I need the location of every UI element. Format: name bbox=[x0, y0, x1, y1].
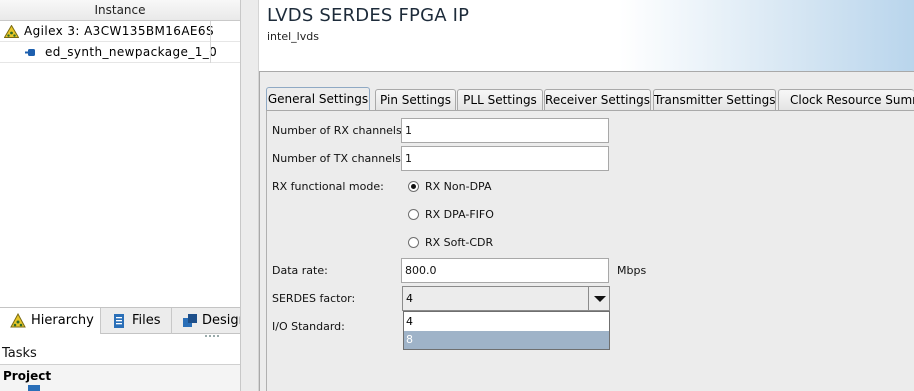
rx-dpa-fifo-radio[interactable] bbox=[408, 209, 419, 220]
serdes-factor-option-8[interactable]: 8 bbox=[404, 331, 609, 349]
tx-channels-input[interactable]: 1 bbox=[401, 146, 609, 171]
tab-files[interactable]: Files bbox=[101, 308, 172, 334]
serdes-factor-select[interactable]: 4 bbox=[402, 286, 610, 311]
tab-hierarchy-label: Hierarchy bbox=[31, 313, 94, 328]
serdes-factor-dropdown-button[interactable] bbox=[588, 287, 609, 310]
rx-soft-cdr-label[interactable]: RX Soft-CDR bbox=[425, 236, 493, 249]
tab-pll-settings[interactable]: PLL Settings bbox=[457, 89, 543, 110]
device-warning-icon bbox=[4, 25, 19, 38]
files-icon bbox=[114, 314, 124, 328]
ip-subtitle: intel_lvds bbox=[267, 30, 319, 43]
radio-selected-dot bbox=[411, 184, 416, 189]
tree-item-entity[interactable]: ed_synth_newpackage_1_0 bbox=[0, 42, 240, 63]
ip-title-band: LVDS SERDES FPGA IP intel_lvds bbox=[259, 0, 914, 71]
design-units-icon bbox=[183, 314, 197, 327]
ip-title: LVDS SERDES FPGA IP bbox=[267, 5, 470, 26]
column-divider bbox=[210, 21, 211, 63]
tab-pin-settings[interactable]: Pin Settings bbox=[375, 89, 456, 110]
rx-non-dpa-radio[interactable] bbox=[408, 181, 419, 192]
tab-general-settings[interactable]: General Settings bbox=[266, 87, 370, 111]
project-heading: Project bbox=[3, 369, 52, 383]
tab-design-units[interactable]: Design bbox=[172, 308, 240, 334]
tab-files-label: Files bbox=[132, 313, 161, 328]
navigator-tab-bar: Hierarchy Files Design bbox=[0, 307, 240, 334]
tx-channels-label: Number of TX channels: bbox=[272, 152, 405, 165]
hierarchy-icon bbox=[10, 313, 26, 328]
instance-column-header[interactable]: Instance bbox=[0, 0, 240, 21]
tab-transmitter-settings[interactable]: Transmitter Settings bbox=[653, 89, 776, 110]
general-settings-pane: Number of RX channels: 1 Number of TX ch… bbox=[266, 111, 914, 391]
tab-design-units-label: Design bbox=[202, 313, 240, 328]
rx-non-dpa-label[interactable]: RX Non-DPA bbox=[425, 180, 492, 193]
tasks-heading: Tasks bbox=[2, 346, 37, 361]
serdes-factor-dropdown-list: 4 8 bbox=[403, 311, 610, 350]
ip-parameter-editor: LVDS SERDES FPGA IP intel_lvds General S… bbox=[241, 0, 914, 391]
entity-icon bbox=[25, 49, 35, 56]
data-rate-units: Mbps bbox=[617, 264, 647, 277]
rx-mode-label: RX functional mode: bbox=[272, 180, 384, 193]
io-standard-label: I/O Standard: bbox=[272, 320, 345, 333]
serdes-factor-value: 4 bbox=[406, 292, 413, 305]
data-rate-input[interactable]: 800.0 bbox=[401, 258, 609, 283]
project-navigator: Instance Agilex 3: A3CW135BM16AE6S ed_sy… bbox=[0, 0, 241, 391]
data-rate-label: Data rate: bbox=[272, 264, 328, 277]
serdes-factor-label: SERDES factor: bbox=[272, 292, 356, 305]
tab-hierarchy[interactable]: Hierarchy bbox=[0, 308, 101, 334]
tree-item-device[interactable]: Agilex 3: A3CW135BM16AE6S bbox=[0, 21, 240, 42]
rx-channels-input[interactable]: 1 bbox=[401, 118, 609, 143]
tab-clock-resource-summary[interactable]: Clock Resource Summary bbox=[778, 89, 914, 110]
tree-item-entity-label: ed_synth_newpackage_1_0 bbox=[45, 45, 218, 59]
editor-gutter bbox=[241, 0, 259, 391]
resize-grip[interactable] bbox=[205, 335, 219, 339]
tab-receiver-settings[interactable]: Receiver Settings bbox=[544, 89, 651, 110]
project-icon bbox=[28, 385, 40, 391]
chevron-down-icon bbox=[594, 296, 606, 302]
rx-dpa-fifo-label[interactable]: RX DPA-FIFO bbox=[425, 208, 494, 221]
rx-soft-cdr-radio[interactable] bbox=[408, 237, 419, 248]
serdes-factor-option-4[interactable]: 4 bbox=[404, 313, 609, 331]
rx-channels-label: Number of RX channels: bbox=[272, 124, 406, 137]
tree-item-device-label: Agilex 3: A3CW135BM16AE6S bbox=[24, 24, 214, 38]
